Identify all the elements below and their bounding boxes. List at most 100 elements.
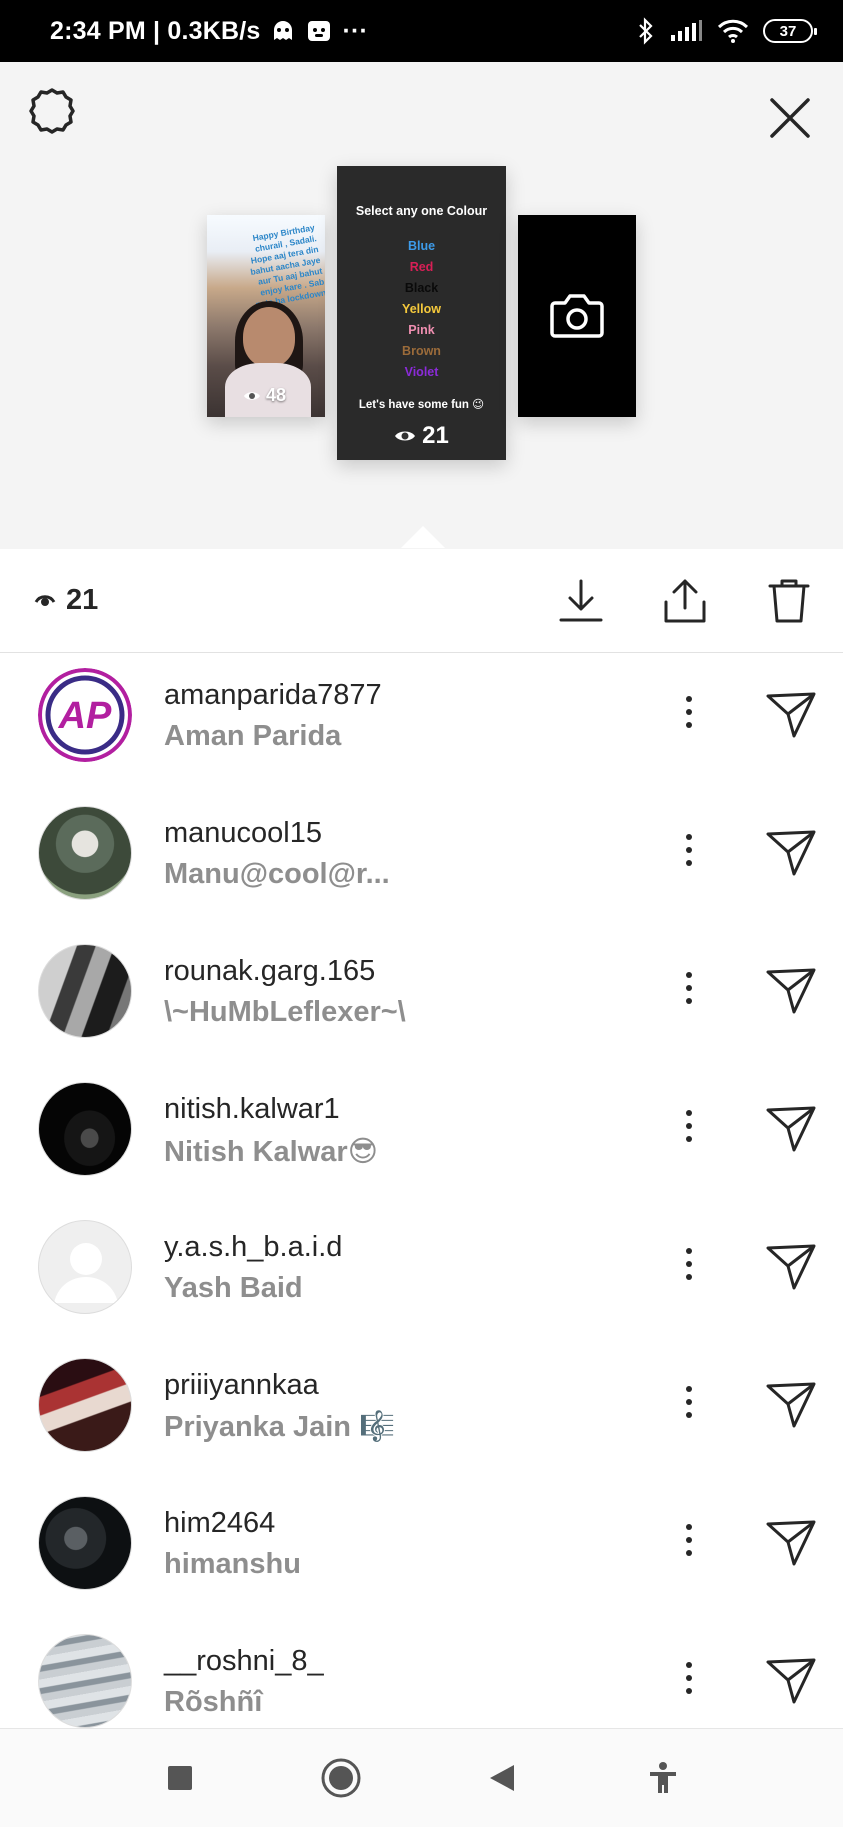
more-options-button[interactable] [668,684,710,740]
send-message-button[interactable] [762,686,818,742]
avatar[interactable]: AP [38,668,132,762]
viewer-fullname: \~HuMbLeflexer~\ [164,996,406,1028]
viewer-fullname: himanshu [164,1548,301,1580]
accessibility-icon [649,1762,676,1793]
send-message-button[interactable] [762,1652,818,1708]
viewer-row[interactable]: AP amanparida7877 Aman Parida [0,654,843,792]
colour-option: Blue [407,239,436,253]
send-icon [766,692,816,738]
viewer-username[interactable]: priiiyannkaa [164,1369,319,1402]
send-icon [766,1658,816,1704]
more-vertical-icon [686,1524,692,1530]
back-button[interactable] [478,1754,526,1802]
gear-icon [29,88,75,134]
avatar[interactable] [38,1634,132,1728]
viewer-row[interactable]: nitish.kalwar1 Nitish Kalwar😎 [0,1068,843,1206]
download-button[interactable] [551,571,611,631]
avatar[interactable] [38,944,132,1038]
delete-button[interactable] [759,571,819,631]
viewer-username[interactable]: him2464 [164,1507,275,1540]
story-thumbnail-colours[interactable]: Select any one Colour Blue Red Black Yel… [337,166,506,460]
more-options-button[interactable] [668,822,710,878]
colour-option: Black [404,281,439,295]
close-button[interactable] [762,90,818,146]
viewer-row[interactable]: manucool15 Manu@cool@r... [0,792,843,930]
more-vertical-icon [686,1386,692,1392]
send-message-button[interactable] [762,824,818,880]
viewer-row[interactable]: priiiyannkaa Priyanka Jain 🎼 [0,1344,843,1482]
more-vertical-icon [686,972,692,978]
send-message-button[interactable] [762,1238,818,1294]
colour-option: Violet [404,365,439,379]
more-vertical-icon [686,1662,692,1668]
bluetooth-icon [637,17,655,45]
home-button[interactable] [317,1754,365,1802]
add-story-camera[interactable] [518,215,636,417]
send-icon [766,968,816,1014]
avatar[interactable] [38,806,132,900]
viewer-fullname: Aman Parida [164,720,342,752]
send-message-button[interactable] [762,962,818,1018]
colour-option: Red [409,260,434,274]
more-options-button[interactable] [668,960,710,1016]
recents-button[interactable] [156,1754,204,1802]
viewer-row[interactable]: __roshni_8_ Rõshñî [0,1620,843,1728]
signal-icon [669,19,703,43]
more-vertical-icon [686,834,692,840]
story-caption: Happy Birthday churail , Sadali. Hope aa… [249,222,325,310]
more-options-button[interactable] [668,1098,710,1154]
thumbnail-view-count: 48 [243,385,286,406]
more-vertical-icon [686,1110,692,1116]
status-time: 2:34 PM | 0.3KB/s [50,16,261,45]
avatar[interactable] [38,1220,132,1314]
viewer-fullname: Rõshñî [164,1686,263,1718]
viewer-row[interactable]: y.a.s.h_b.a.i.d Yash Baid [0,1206,843,1344]
viewer-username[interactable]: amanparida7877 [164,679,382,712]
battery-indicator: 37 [763,19,817,43]
default-avatar-icon [54,1243,118,1303]
more-options-button[interactable] [668,1650,710,1706]
avatar[interactable] [38,1496,132,1590]
viewer-row[interactable]: rounak.garg.165 \~HuMbLeflexer~\ [0,930,843,1068]
story-view-count: 21 [34,584,98,617]
viewer-username[interactable]: nitish.kalwar1 [164,1093,340,1126]
eye-icon [244,391,260,400]
send-icon [766,1244,816,1290]
send-message-button[interactable] [762,1100,818,1156]
avatar[interactable] [38,1358,132,1452]
viewer-username[interactable]: y.a.s.h_b.a.i.d [164,1231,342,1264]
more-options-button[interactable] [668,1374,710,1430]
settings-button[interactable] [24,84,80,140]
send-icon [766,830,816,876]
viewer-username[interactable]: rounak.garg.165 [164,955,375,988]
viewer-fullname: Manu@cool@r... [164,858,390,890]
download-icon [559,579,603,621]
more-notifications: ··· [342,16,369,45]
share-button[interactable] [655,571,715,631]
viewer-username[interactable]: __roshni_8_ [164,1645,324,1678]
share-icon [664,579,706,622]
send-icon [766,1382,816,1428]
close-icon [770,98,810,138]
story-thumbnail-birthday[interactable]: Happy Birthday churail , Sadali. Hope aa… [207,215,325,417]
accessibility-button[interactable] [639,1754,687,1802]
viewer-row[interactable]: him2464 himanshu [0,1482,843,1620]
selected-story-pointer [401,526,445,548]
system-navigation-bar [0,1728,843,1827]
send-message-button[interactable] [762,1514,818,1570]
avatar[interactable] [38,1082,132,1176]
viewer-fullname: Yash Baid [164,1272,303,1304]
app-notification-icon [306,19,332,43]
square-icon [168,1766,193,1790]
colour-option: Pink [408,323,435,337]
viewer-username[interactable]: manucool15 [164,817,322,850]
send-message-button[interactable] [762,1376,818,1432]
more-options-button[interactable] [668,1512,710,1568]
more-options-button[interactable] [668,1236,710,1292]
wifi-icon [717,18,749,44]
send-icon [766,1520,816,1566]
camera-icon [550,294,604,338]
circle-icon [321,1758,361,1798]
colour-option: Brown [402,344,441,358]
colour-list: Blue Red Black Yellow Pink Brown Violet [337,236,506,383]
